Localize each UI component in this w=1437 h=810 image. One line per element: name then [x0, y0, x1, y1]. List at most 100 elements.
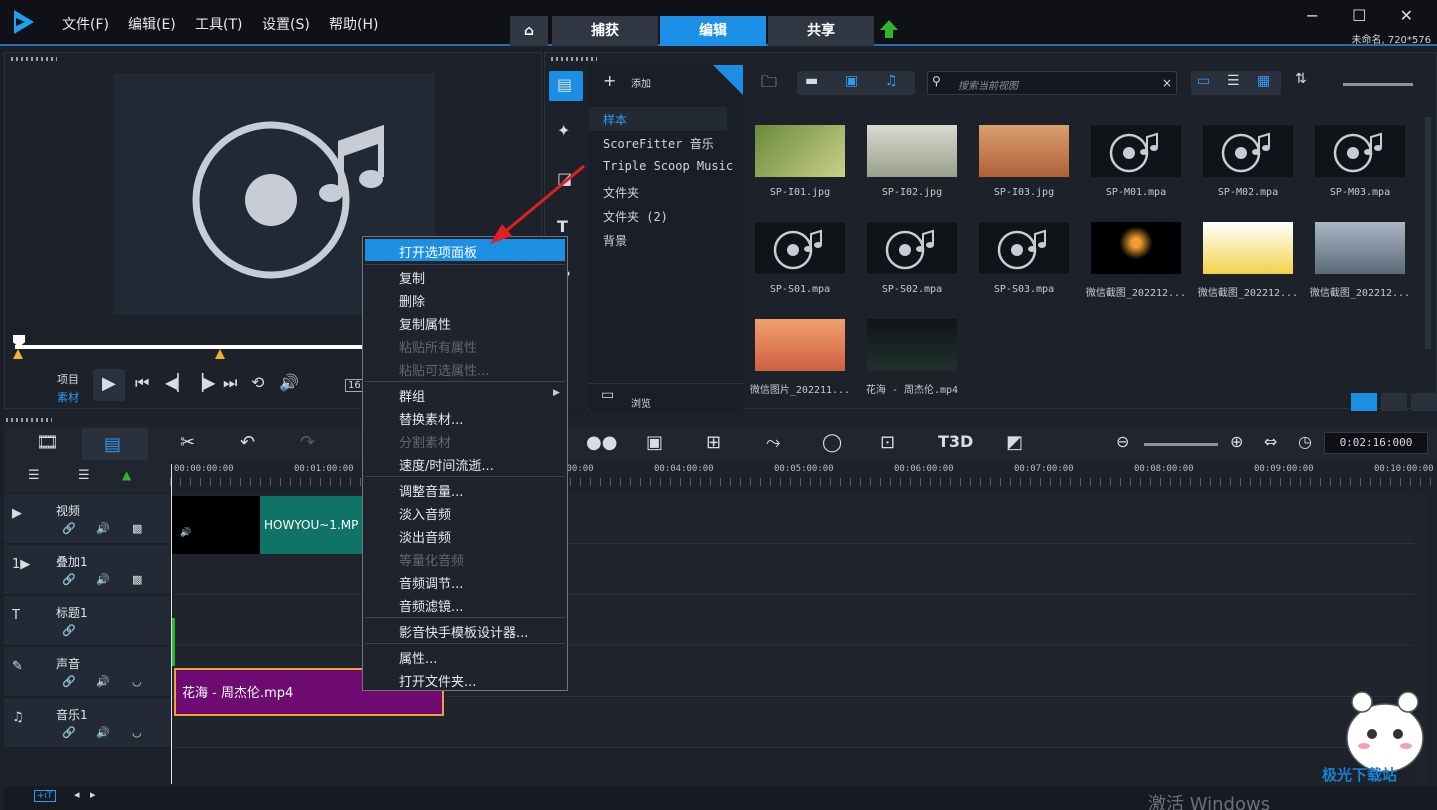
media-thumbnail[interactable]: SP-S01.mpa	[745, 212, 855, 306]
add-folder-label[interactable]: 添加	[631, 75, 651, 90]
mute-icon[interactable]: 🔊	[96, 522, 110, 535]
panel-toggle-button[interactable]	[1381, 393, 1407, 411]
menu-item-fade-out[interactable]: 淡出音频	[399, 527, 451, 546]
tab-share[interactable]: 共享	[768, 16, 874, 46]
menu-item-speed[interactable]: 速度/时间流逝...	[399, 455, 494, 474]
media-thumbnail[interactable]: SP-S03.mpa	[969, 212, 1079, 306]
media-thumbnail[interactable]: 微信截图_202212...	[1081, 212, 1191, 306]
add-track-icon[interactable]: ☰	[78, 468, 90, 483]
search-input[interactable]: 搜索当前视图	[958, 77, 1018, 92]
zoom-in-icon[interactable]: ⊕	[1230, 432, 1243, 451]
photo-filter-icon[interactable]: ▣	[845, 73, 858, 89]
link-icon[interactable]: 🔗	[62, 624, 76, 637]
audio-filter-icon[interactable]: ♫	[885, 73, 898, 89]
zoom-slider[interactable]	[1144, 443, 1218, 446]
media-thumbnail[interactable]: SP-M02.mpa	[1193, 115, 1303, 209]
timeline-playhead[interactable]	[171, 464, 172, 784]
media-thumbnail[interactable]: 微信截图_202212...	[1193, 212, 1303, 306]
folder-item[interactable]: 文件夹	[603, 184, 639, 201]
video-clip[interactable]: 🔊 HOWYOU~1.MP	[172, 496, 372, 554]
menu-settings[interactable]: 设置(S)	[262, 14, 310, 34]
track-lane[interactable]	[171, 596, 1415, 646]
upload-icon[interactable]	[880, 20, 898, 30]
media-thumbnail[interactable]: 花海 - 周杰伦.mp4	[857, 309, 967, 403]
browse-icon[interactable]: ▭	[601, 387, 614, 403]
chapter-icon[interactable]: ▲	[122, 468, 131, 482]
grid-scrollbar[interactable]	[1425, 117, 1431, 349]
instant-project-icon[interactable]: ✦	[557, 121, 570, 140]
media-thumbnail[interactable]: SP-I01.jpg	[745, 115, 855, 209]
mosaic-icon[interactable]: ▩	[132, 522, 142, 535]
menu-item-replace[interactable]: 替换素材...	[399, 409, 463, 428]
volume-icon[interactable]: 🔊	[279, 373, 299, 392]
browse-label[interactable]: 浏览	[631, 395, 651, 410]
thumb-size-slider[interactable]	[1343, 83, 1413, 86]
title-3d-icon[interactable]: T3D	[938, 432, 973, 451]
mute-icon[interactable]: 🔊	[96, 675, 110, 688]
ripple-icon[interactable]: ◡	[132, 726, 142, 739]
menu-item-audio-filter[interactable]: 音频滤镜...	[399, 596, 463, 615]
media-thumbnail[interactable]: SP-M03.mpa	[1305, 115, 1415, 209]
track-header[interactable]: T 标题1 🔗	[4, 596, 170, 646]
panel-grip[interactable]	[11, 57, 57, 61]
menu-item-properties[interactable]: 属性...	[399, 648, 437, 667]
storyboard-view-icon[interactable]: 🎞	[36, 432, 59, 453]
grid-view-icon[interactable]: ▦	[1257, 73, 1270, 89]
menu-help[interactable]: 帮助(H)	[329, 14, 378, 34]
mix-icon[interactable]: ●●	[586, 432, 617, 453]
mute-icon[interactable]: 🔊	[96, 726, 110, 739]
mode-project-label[interactable]: 项目	[57, 371, 79, 387]
menu-item-open-folder[interactable]: 打开文件夹...	[399, 671, 476, 690]
scroll-left-icon[interactable]: ◂	[74, 788, 80, 801]
edit-icon[interactable]	[1411, 393, 1437, 411]
folder-item[interactable]: ScoreFitter 音乐	[603, 135, 714, 152]
mode-clip-label[interactable]: 素材	[57, 389, 79, 405]
clear-search-icon[interactable]: ×	[1162, 76, 1172, 90]
import-folder-icon[interactable]: 🗀	[761, 71, 777, 98]
path-icon[interactable]: ◯	[822, 432, 842, 453]
menu-file[interactable]: 文件(F)	[62, 14, 109, 34]
link-icon[interactable]: 🔗	[62, 726, 76, 739]
track-header[interactable]: ▶ 视频 🔗 🔊 ▩	[4, 494, 170, 544]
tab-edit[interactable]: 编辑	[660, 16, 766, 46]
zoom-out-icon[interactable]: ⊖	[1116, 432, 1129, 451]
link-icon[interactable]: 🔗	[62, 675, 76, 688]
media-thumbnail[interactable]: SP-M01.mpa	[1081, 115, 1191, 209]
link-icon[interactable]: 🔗	[62, 522, 76, 535]
mute-icon[interactable]: 🔊	[96, 573, 110, 586]
track-header[interactable]: ♫ 音乐1 🔗 🔊 ◡	[4, 698, 170, 748]
media-thumbnail[interactable]: SP-I03.jpg	[969, 115, 1079, 209]
trim-out-marker[interactable]	[215, 349, 225, 359]
list-view-icon[interactable]: ☰	[1227, 73, 1240, 89]
folder-item[interactable]: 样本	[603, 111, 627, 128]
menu-item-copy[interactable]: 复制	[399, 268, 425, 287]
media-thumbnail[interactable]: SP-S02.mpa	[857, 212, 967, 306]
redo-icon[interactable]: ↷	[300, 432, 315, 453]
play-button[interactable]: ▶	[93, 369, 125, 401]
menu-item-group[interactable]: 群组	[399, 386, 425, 405]
media-thumbnail[interactable]: SP-I02.jpg	[857, 115, 967, 209]
tools-icon[interactable]: ✂	[180, 432, 195, 453]
menu-item-delete[interactable]: 删除	[399, 291, 425, 310]
track-header[interactable]: ✎ 声音 🔗 🔊 ◡	[4, 647, 170, 697]
menu-tools[interactable]: 工具(T)	[195, 14, 242, 34]
menu-item-fade-in[interactable]: 淡入音频	[399, 504, 451, 523]
pin-icon[interactable]	[713, 65, 743, 95]
panel-grip[interactable]	[6, 418, 52, 422]
sort-icon[interactable]: ⇅	[1295, 71, 1307, 87]
time-ruler[interactable]: 00:00:00:0000:01:00:0000:02:00:0000:03:0…	[170, 462, 1437, 492]
menu-item-audio-adjust[interactable]: 音频调节...	[399, 573, 463, 592]
next-frame-icon[interactable]: ▕▶	[191, 373, 216, 392]
menu-item-copy-attributes[interactable]: 复制属性	[399, 314, 451, 333]
mask-icon[interactable]: ◩	[1006, 432, 1023, 453]
panel-toggle-button[interactable]	[1351, 393, 1377, 411]
menu-item-template-designer[interactable]: 影音快手模板设计器...	[399, 622, 528, 641]
link-icon[interactable]: 🔗	[62, 573, 76, 586]
fit-icon[interactable]: ⇔	[1264, 432, 1277, 451]
track-expand-icon[interactable]: +ıT	[34, 790, 56, 802]
media-thumbnail[interactable]: 微信图片_202211...	[745, 309, 855, 403]
menu-item-volume[interactable]: 调整音量...	[399, 481, 463, 500]
start-icon[interactable]: ⏮	[135, 373, 149, 393]
motion-icon[interactable]: ⤳	[766, 432, 780, 453]
thumbnail-view-icon[interactable]: ▭	[1197, 73, 1210, 89]
